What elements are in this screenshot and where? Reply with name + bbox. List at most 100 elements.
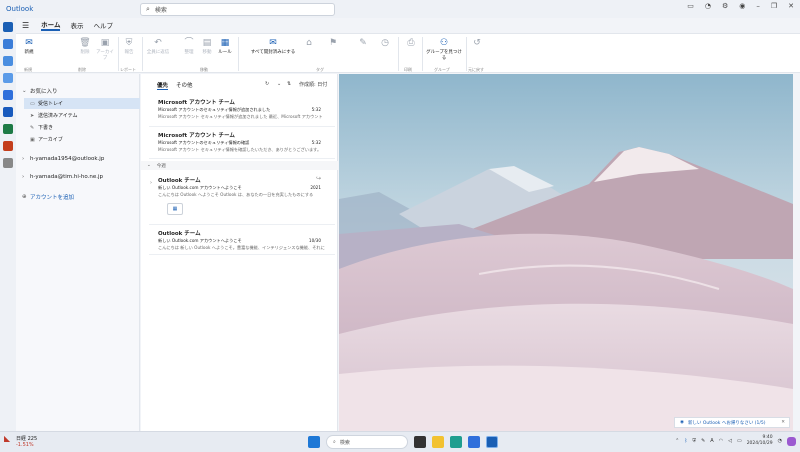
message-item[interactable]: Microsoft アカウント チーム Microsoft アカウントのセキュリ… xyxy=(149,127,335,159)
tab-focused[interactable]: 優先 xyxy=(157,81,169,90)
inbox-icon: ▭ xyxy=(30,100,35,107)
tab-other[interactable]: その他 xyxy=(176,81,193,89)
wifi-icon[interactable]: ◠ xyxy=(719,438,723,444)
message-time: 5:32 xyxy=(311,107,321,112)
sort-icon[interactable]: ⇅ xyxy=(287,81,291,87)
task-view-icon[interactable] xyxy=(414,436,426,448)
close-icon[interactable]: ✕ xyxy=(788,2,794,10)
tab-help[interactable]: ヘルプ xyxy=(93,20,113,30)
sweep-button[interactable]: ⌒ 整理 xyxy=(180,37,198,55)
undo-button[interactable]: ↺ xyxy=(468,37,486,49)
open-envelope-icon: ✉ xyxy=(269,38,277,48)
move-button[interactable]: ▤ 移動 xyxy=(198,37,216,55)
mark-all-read-button[interactable]: ✉ すべて開封済みにする xyxy=(248,37,298,55)
gear-icon[interactable]: ⚙ xyxy=(722,2,728,10)
folder-sent[interactable]: ➤ 送信済みアイテム xyxy=(16,110,139,121)
bluetooth-icon[interactable]: ᛒ xyxy=(684,438,687,444)
pin-icon: ✎ xyxy=(359,38,367,48)
message-time: 2021 xyxy=(310,185,321,190)
volume-icon[interactable]: ◁ xyxy=(728,438,732,444)
tag-button[interactable]: ⌂ xyxy=(300,37,318,49)
add-account-link[interactable]: ⊕ アカウントを追加 xyxy=(16,191,139,203)
account-outlook[interactable]: › h-yamada1954@outlook.jp xyxy=(16,153,139,165)
bell-icon[interactable]: ◔ xyxy=(778,438,782,444)
folder-drafts[interactable]: ✎ 下書き xyxy=(16,122,139,133)
toast-text: 新しい Outlook へお帰りなさい (1/5) xyxy=(687,420,766,426)
todo-app-icon[interactable] xyxy=(3,90,13,100)
welcome-toast[interactable]: ◉ 新しい Outlook へお帰りなさい (1/5) ✕ xyxy=(674,417,790,428)
chevron-up-icon[interactable]: ⌃ xyxy=(675,438,679,444)
delete-button[interactable]: 🗑 削除 xyxy=(76,37,94,55)
lightbulb-icon[interactable]: ◉ xyxy=(739,2,745,10)
stock-widget[interactable]: ◣ 日経 225 -1.51% xyxy=(4,435,37,449)
taskbar-search[interactable]: ⌕ 検索 xyxy=(326,435,408,449)
chevron-right-icon[interactable]: › xyxy=(150,180,152,186)
report-button[interactable]: ⛨ 報告 xyxy=(120,37,138,55)
tab-view[interactable]: 表示 xyxy=(70,20,83,30)
close-icon[interactable]: ✕ xyxy=(781,420,785,425)
start-icon[interactable] xyxy=(308,436,320,448)
group-label-new: 新規 xyxy=(24,67,32,72)
favorites-header[interactable]: ⌄ お気に入り xyxy=(16,85,139,97)
pin-button[interactable]: ✎ xyxy=(354,37,372,49)
mail-app-icon[interactable] xyxy=(3,22,13,32)
reading-pane: ◉ 新しい Outlook へお帰りなさい (1/5) ✕ xyxy=(339,74,793,431)
rules-button[interactable]: ▦ ルール xyxy=(216,37,234,55)
snooze-button[interactable]: ◷ xyxy=(376,37,394,49)
search-box[interactable]: ⌕ 検索 xyxy=(140,3,335,16)
message-subject: 新しい Outlook.com アカウントへようこそ xyxy=(158,238,242,243)
message-item[interactable]: Microsoft アカウント チーム Microsoft アカウントのセキュリ… xyxy=(149,94,335,127)
group-label-groups: グループ xyxy=(434,67,450,72)
archive-icon: ▣ xyxy=(30,136,35,143)
filter-icon[interactable]: ⌄ xyxy=(277,81,281,87)
archive-box-icon: ▣ xyxy=(100,38,110,48)
flag-button[interactable]: ⚑ xyxy=(324,37,342,49)
powerpoint-app-icon[interactable] xyxy=(3,141,13,151)
groups-app-icon[interactable] xyxy=(3,73,13,83)
edge-icon[interactable] xyxy=(450,436,462,448)
clock[interactable]: 9:40 2024/10/29 xyxy=(747,435,773,447)
lightbulb-icon: ◉ xyxy=(680,420,684,425)
find-groups-button[interactable]: ⚇ グループを見つける xyxy=(424,37,464,61)
meet-now-icon[interactable]: ▭ xyxy=(687,2,694,10)
account-himo[interactable]: › h-yamada@tim.hi-ho.ne.jp xyxy=(16,171,139,183)
reply-all-button[interactable]: ↶ 全員に返信 xyxy=(146,37,170,55)
message-subject: Microsoft アカウントのセキュリティ情報の確認 xyxy=(158,140,250,145)
restore-icon[interactable]: ❐ xyxy=(771,2,777,10)
ime-indicator[interactable]: A xyxy=(710,438,713,444)
more-apps-icon[interactable] xyxy=(3,158,13,168)
battery-icon[interactable]: ▭ xyxy=(737,438,742,444)
copilot-icon[interactable] xyxy=(787,436,796,446)
store-icon[interactable] xyxy=(468,436,480,448)
hamburger-icon[interactable]: ☰ xyxy=(22,21,29,30)
security-icon[interactable]: ⛨ xyxy=(692,438,696,444)
refresh-icon[interactable]: ↻ xyxy=(265,81,269,87)
folder-inbox[interactable]: ▭ 受信トレイ xyxy=(24,98,140,109)
minimize-icon[interactable]: – xyxy=(756,2,760,10)
people-app-icon[interactable] xyxy=(3,56,13,66)
file-explorer-icon[interactable] xyxy=(432,436,444,448)
reply-all-icon: ↶ xyxy=(154,38,162,48)
reply-icon[interactable]: ↪ xyxy=(316,175,321,182)
bell-icon[interactable]: ◔ xyxy=(705,2,711,10)
message-group-header[interactable]: ⌄ 今週 xyxy=(141,161,338,170)
tab-home[interactable]: ホーム xyxy=(41,19,61,31)
image-attachment-icon[interactable]: ▦ xyxy=(167,203,183,215)
new-mail-button[interactable]: ✉ 新規 xyxy=(20,37,38,55)
calendar-app-icon[interactable] xyxy=(3,39,13,49)
sort-label[interactable]: 作成順: 日付 xyxy=(299,81,327,88)
message-subject: 新しい Outlook.com アカウントへようこそ xyxy=(158,185,242,190)
message-preview: こんにちは Outlook へようこそ Outlook は、あなたの一日を充実し… xyxy=(158,192,314,197)
message-preview: Microsoft アカウント セキュリティ情報を確認したいただき、ありがとうご… xyxy=(158,147,322,152)
message-item[interactable]: Outlook チーム 新しい Outlook.com アカウントへようこそ 1… xyxy=(149,225,335,255)
folder-archive[interactable]: ▣ アーカイブ xyxy=(16,134,139,145)
archive-button[interactable]: ▣ アーカイブ xyxy=(96,37,114,61)
group-label-undo: 元に戻す xyxy=(468,67,484,72)
message-item[interactable]: › ↪ Outlook チーム 新しい Outlook.com アカウントへよう… xyxy=(149,172,335,225)
print-button[interactable]: ⎙ xyxy=(402,37,420,49)
flag-icon: ⚑ xyxy=(328,38,338,48)
word-app-icon[interactable] xyxy=(3,107,13,117)
pen-icon[interactable]: ✎ xyxy=(701,438,705,444)
excel-app-icon[interactable] xyxy=(3,124,13,134)
outlook-icon[interactable] xyxy=(486,436,498,448)
